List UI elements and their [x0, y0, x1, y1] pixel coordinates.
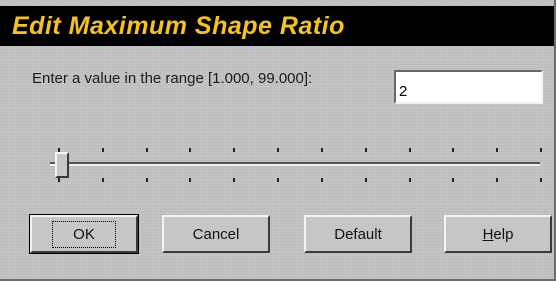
ok-button[interactable]: OK — [29, 214, 139, 254]
slider-tick — [233, 148, 236, 152]
cancel-button[interactable]: Cancel — [162, 215, 270, 253]
slider-tick — [496, 148, 499, 152]
slider-tick — [496, 178, 499, 182]
help-mnemonic: H — [482, 225, 494, 243]
slider-tick — [364, 148, 367, 152]
slider-tick — [452, 178, 455, 182]
slider-tick — [540, 148, 542, 152]
slider-tick — [189, 178, 192, 182]
slider-tick — [101, 178, 104, 182]
range-prompt-label: Enter a value in the range [1.000, 99.00… — [32, 70, 313, 87]
slider-tick — [277, 148, 280, 152]
help-button[interactable]: Help — [444, 215, 552, 253]
slider-track — [50, 162, 540, 166]
slider-thumb[interactable] — [54, 152, 69, 178]
title-bar: Edit Maximum Shape Ratio — [0, 6, 554, 46]
slider-tick — [452, 148, 455, 152]
slider-tick — [364, 178, 367, 182]
slider-tick — [145, 178, 148, 182]
slider-tick — [540, 178, 542, 182]
slider-tick — [101, 148, 104, 152]
slider-tick — [320, 178, 323, 182]
value-slider[interactable] — [40, 140, 542, 190]
slider-tick — [408, 148, 411, 152]
slider-tick — [145, 148, 148, 152]
dialog-title: Edit Maximum Shape Ratio — [12, 12, 345, 40]
slider-tick — [277, 178, 280, 182]
ok-button-label: OK — [52, 220, 116, 248]
slider-tick — [320, 148, 323, 152]
default-button[interactable]: Default — [304, 215, 412, 253]
help-label-rest: elp — [493, 225, 514, 243]
value-input[interactable] — [394, 70, 543, 104]
slider-tick — [58, 178, 60, 182]
slider-tick — [189, 148, 192, 152]
edit-maximum-shape-ratio-dialog: Edit Maximum Shape Ratio Enter a value i… — [0, 0, 556, 281]
slider-tick — [233, 178, 236, 182]
slider-tick — [408, 178, 411, 182]
